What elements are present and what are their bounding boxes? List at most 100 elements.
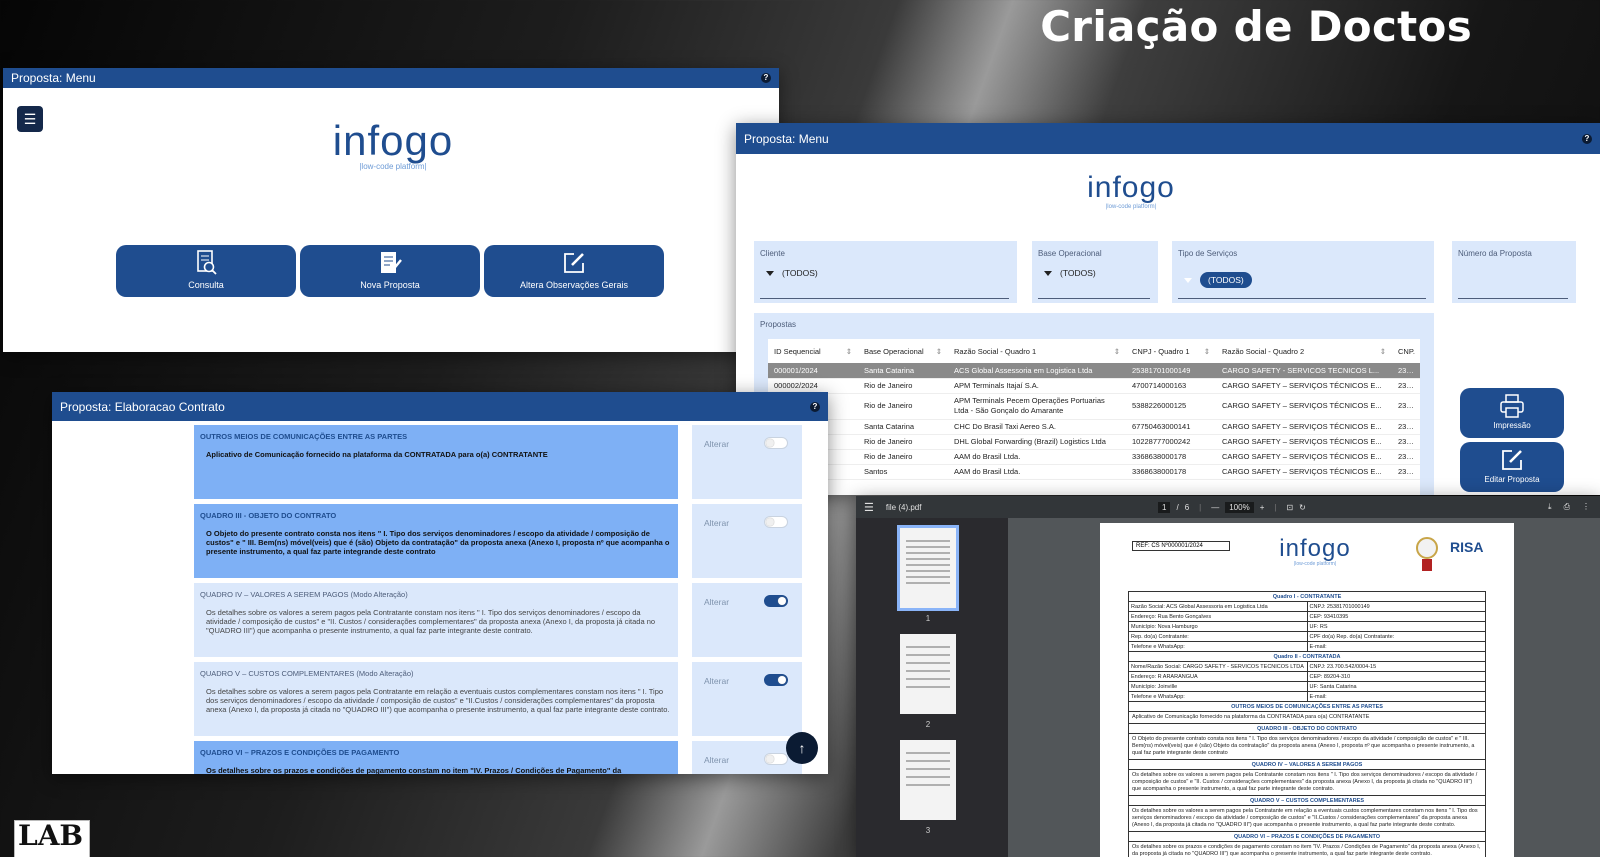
impressao-label: Impressão xyxy=(1493,421,1531,430)
secao-quadro-iii: QUADRO III - OBJETO DO CONTRATO O Objeto… xyxy=(194,504,678,578)
alterar-box: Alterar xyxy=(692,662,802,736)
alterar-label: Alterar xyxy=(704,676,730,686)
download-icon[interactable]: ⤓ xyxy=(1548,502,1552,512)
table-header-row: ID Sequencial ⇕ Base Operacional ⇕ Razão… xyxy=(768,339,1420,363)
quadro-text: Os detalhes sobre os valores a serem pag… xyxy=(1129,770,1485,796)
print-icon[interactable]: ⎙ xyxy=(1564,502,1570,512)
table-row[interactable]: Santos AAM do Brasil Ltda. 3368638000178 CA… xyxy=(768,464,1420,480)
impressao-button[interactable]: Impressão xyxy=(1460,388,1564,438)
zoom-level[interactable]: 100% xyxy=(1225,501,1254,513)
cliente-filter[interactable]: Cliente (TODOS) xyxy=(754,241,1017,303)
section-heading: QUADRO V – CUSTOS COMPLEMENTARES (Modo A… xyxy=(200,669,414,678)
alterar-toggle[interactable] xyxy=(764,516,788,528)
consulta-button[interactable]: Consulta xyxy=(116,245,296,297)
alterar-toggle[interactable] xyxy=(764,437,788,449)
pdf-document-area[interactable]: REF: CS Nº000001/2024 infogo |low-code p… xyxy=(1008,518,1600,857)
base-operacional-value: (TODOS) xyxy=(1060,268,1096,278)
seal-ribbon-icon xyxy=(1422,559,1432,571)
page-total: 6 xyxy=(1184,502,1190,512)
zoom-out-button[interactable]: — xyxy=(1211,503,1219,512)
propostas-grid-panel: Propostas ID Sequencial ⇕ Base Operacion… xyxy=(754,313,1434,495)
section-body: O Objeto do presente contrato consta nos… xyxy=(206,529,670,556)
tipo-servicos-chip[interactable]: (TODOS) xyxy=(1200,272,1252,288)
alterar-label: Alterar xyxy=(704,439,730,449)
section-body[interactable]: Os detalhes sobre os valores a serem pag… xyxy=(200,687,672,714)
quadro-text: Os detalhes sobre os prazos e condições … xyxy=(1129,842,1485,857)
page-separator: / xyxy=(1176,502,1179,512)
help-icon[interactable]: ? xyxy=(810,401,820,412)
tipo-servicos-filter[interactable]: Tipo de Serviços (TODOS) xyxy=(1172,241,1434,303)
alterar-label: Alterar xyxy=(704,518,730,528)
table-row[interactable]: Rio de Janeiro AAM do Brasil Ltda. 3368638… xyxy=(768,449,1420,465)
section-heading: OUTROS MEIOS DE COMUNICAÇÕES ENTRE AS PA… xyxy=(200,432,408,441)
quadro-text: Os detalhes sobre os valores a serem pag… xyxy=(1129,806,1485,832)
column-header[interactable]: Base Operacional ⇕ xyxy=(858,339,948,363)
section-heading: QUADRO III - OBJETO DO CONTRATO xyxy=(200,511,337,520)
printer-icon xyxy=(1460,393,1564,421)
page-thumbnail[interactable] xyxy=(897,525,959,611)
pdf-filename: file (4).pdf xyxy=(885,502,922,512)
propostas-window-titlebar: Proposta: Menu ? xyxy=(736,123,1600,154)
window-title: Proposta: Elaboracao Contrato xyxy=(60,399,225,414)
page-thumbnail[interactable] xyxy=(900,740,956,820)
search-document-icon xyxy=(116,249,296,277)
altera-observacoes-button[interactable]: Altera Observações Gerais xyxy=(484,245,664,297)
quadro-heading: Quadro I - CONTRATANTE xyxy=(1129,592,1485,602)
page-thumbnail[interactable] xyxy=(900,634,956,714)
hamburger-menu-button[interactable]: ☰ xyxy=(17,106,43,132)
column-header[interactable]: Razão Social - Quadro 1 ⇕ xyxy=(948,339,1126,363)
rotate-icon[interactable]: ↻ xyxy=(1299,503,1306,512)
column-header[interactable]: ID Sequencial ⇕ xyxy=(768,339,858,363)
thumbnail-number: 2 xyxy=(925,720,931,729)
window-title: Proposta: Menu xyxy=(744,131,829,146)
column-header[interactable]: Razão Social - Quadro 2 ⇕ xyxy=(1216,339,1392,363)
lab-logo: LAB xyxy=(14,820,90,857)
logo-tagline: |low-code platform| xyxy=(1293,561,1337,567)
pdf-toolbar: ☰ file (4).pdf 1 / 6 | — 100% + | ⊡ ↻ ⤓ … xyxy=(856,496,1600,518)
secao-quadro-v: QUADRO V – CUSTOS COMPLEMENTARES (Modo A… xyxy=(194,662,678,736)
table-row[interactable]: 000001/2024 Santa Catarina ACS Global Asse… xyxy=(768,363,1420,379)
logo-text: infogo xyxy=(332,117,454,164)
table-row[interactable]: 000002/2024 Rio de Janeiro APM Terminals I… xyxy=(768,378,1420,394)
numero-proposta-label: Número da Proposta xyxy=(1458,249,1532,258)
seal-icon xyxy=(1416,537,1438,559)
section-heading: QUADRO VI – PRAZOS E CONDIÇÕES DE PAGAME… xyxy=(200,748,400,757)
menu-window-titlebar: Proposta: Menu ? xyxy=(3,68,779,88)
alterar-toggle[interactable] xyxy=(764,595,788,607)
risa-logo: RISA xyxy=(1450,539,1484,555)
base-operacional-filter[interactable]: Base Operacional (TODOS) xyxy=(1032,241,1158,303)
alterar-toggle[interactable] xyxy=(764,753,788,765)
fit-page-icon[interactable]: ⊡ xyxy=(1286,503,1293,512)
alterar-toggle[interactable] xyxy=(764,674,788,686)
propostas-grid-title: Propostas xyxy=(760,320,797,329)
slide-title: Criação de Doctos xyxy=(1040,2,1472,51)
table-row[interactable]: Santa Catarina CHC Do Brasil Taxi Aereo S… xyxy=(768,419,1420,435)
column-header[interactable]: CNP. xyxy=(1392,339,1420,363)
cliente-label: Cliente xyxy=(760,249,785,258)
dropdown-arrow-icon xyxy=(1184,277,1192,283)
quadro-text: O Objeto do presente contrato consta nos… xyxy=(1129,734,1485,760)
window-title: Proposta: Menu xyxy=(11,71,96,85)
quadro-heading: Quadro II - CONTRATADA xyxy=(1129,652,1485,662)
editar-proposta-button[interactable]: Editar Proposta xyxy=(1460,442,1564,492)
editar-proposta-label: Editar Proposta xyxy=(1484,475,1540,484)
numero-proposta-filter[interactable]: Número da Proposta xyxy=(1452,241,1576,303)
consulta-label: Consulta xyxy=(188,280,224,290)
new-document-icon xyxy=(300,249,480,277)
help-icon[interactable]: ? xyxy=(1582,133,1592,144)
dropdown-arrow-icon xyxy=(1044,270,1052,276)
zoom-in-button[interactable]: + xyxy=(1260,503,1265,512)
table-row[interactable]: Rio de Janeiro DHL Global Forwarding (Bra… xyxy=(768,434,1420,450)
nova-proposta-button[interactable]: Nova Proposta xyxy=(300,245,480,297)
more-options-icon[interactable]: ⋮ xyxy=(1582,502,1590,512)
pdf-thumbnails-sidebar: 1 2 3 xyxy=(856,518,1008,857)
nova-proposta-label: Nova Proposta xyxy=(360,280,420,290)
section-body[interactable]: Os detalhes sobre os valores a serem pag… xyxy=(200,608,672,635)
menu-icon[interactable]: ☰ xyxy=(864,501,874,514)
scroll-to-top-button[interactable]: ↑ xyxy=(786,732,818,764)
table-row[interactable]: Rio de Janeiro APM Terminals Pecem Operaç… xyxy=(768,393,1420,420)
column-header[interactable]: CNPJ - Quadro 1 ⇕ xyxy=(1126,339,1216,363)
page-input[interactable]: 1 xyxy=(1158,501,1171,513)
base-operacional-label: Base Operacional xyxy=(1038,249,1102,258)
help-icon[interactable]: ? xyxy=(761,73,771,83)
